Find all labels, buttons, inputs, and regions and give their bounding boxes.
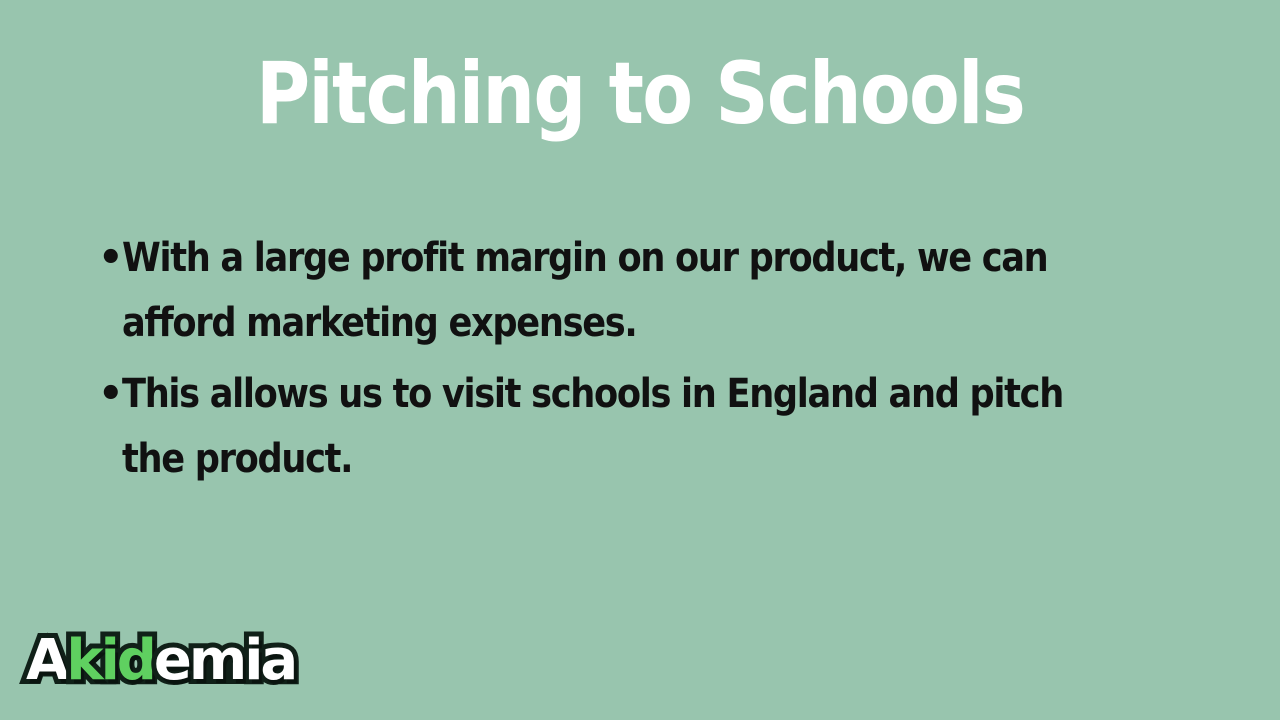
bullet-marker: • (98, 371, 124, 417)
bullet-text: This allows us to visit schools in Engla… (122, 371, 1064, 482)
bullet-list: • With a large profit margin on our prod… (98, 226, 1198, 498)
bullet-text: With a large profit margin on our produc… (122, 235, 1049, 346)
akidemia-logo: A kid emia (21, 623, 303, 698)
slide-title: Pitching to Schools (255, 44, 1026, 144)
bullet-item: • This allows us to visit schools in Eng… (98, 362, 1198, 492)
bullet-marker: • (98, 235, 124, 281)
slide: Pitching to Schools • With a large profi… (0, 0, 1280, 720)
logo-part-kid: kid (61, 623, 161, 698)
logo-part-emia: emia (149, 623, 303, 698)
bullet-item: • With a large profit margin on our prod… (98, 226, 1198, 356)
logo-part-a: A (21, 623, 74, 698)
